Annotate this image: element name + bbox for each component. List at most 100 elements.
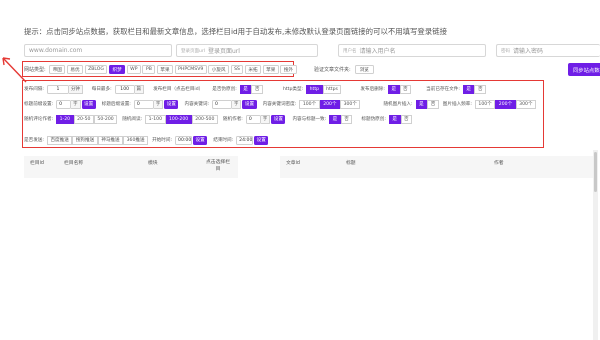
daily-label: 每日最多: bbox=[91, 87, 112, 92]
image-insert-yes[interactable]: 是 bbox=[415, 99, 428, 109]
title-rewrite-yes[interactable]: 是 bbox=[388, 114, 401, 124]
title-suffix-unit: 字 bbox=[153, 99, 164, 109]
save-folder-label: 验证文章文件夹: bbox=[314, 67, 351, 73]
delete-yes[interactable]: 是 bbox=[387, 84, 400, 94]
username-placeholder: 请输入用户名 bbox=[359, 48, 396, 55]
header-article-id: 文章id bbox=[286, 161, 300, 166]
density-option[interactable]: 100个 bbox=[299, 99, 320, 109]
https-option[interactable]: https bbox=[322, 84, 342, 94]
shuffle-no[interactable]: 否 bbox=[251, 84, 263, 94]
title-suffix-input[interactable]: 0 bbox=[133, 99, 154, 109]
push-option[interactable]: 360推送 bbox=[123, 135, 149, 145]
site-type-option[interactable]: WP bbox=[126, 65, 141, 74]
site-type-option[interactable]: SS bbox=[230, 65, 244, 74]
interval-label: 发布间隔: bbox=[24, 87, 44, 92]
interval-unit: 分钟 bbox=[68, 84, 83, 94]
read-option[interactable]: 1-100 bbox=[145, 114, 166, 124]
http-option[interactable]: http bbox=[306, 84, 323, 94]
comment-option[interactable]: 50-200 bbox=[93, 114, 118, 124]
title-prefix-input[interactable]: 0 bbox=[56, 99, 72, 109]
delete-no[interactable]: 否 bbox=[399, 84, 412, 94]
match-yes[interactable]: 是 bbox=[329, 114, 341, 124]
shuffle-yes[interactable]: 是 bbox=[239, 84, 252, 94]
density-option-selected[interactable]: 200个 bbox=[319, 99, 341, 109]
title-prefix-unit: 字 bbox=[71, 99, 81, 109]
site-type-option[interactable]: 搜外 bbox=[280, 65, 297, 74]
comment-option-selected[interactable]: 1-20 bbox=[56, 114, 74, 124]
header-column-id: 栏目id bbox=[30, 161, 44, 166]
daily-input[interactable]: 100 bbox=[114, 84, 135, 94]
push-option[interactable]: 搜狗推送 bbox=[72, 135, 98, 145]
vertical-scrollbar[interactable] bbox=[593, 150, 598, 340]
http-label: http类型: bbox=[282, 87, 304, 92]
title-rewrite-label: 标题伪原创: bbox=[361, 117, 386, 122]
match-no[interactable]: 否 bbox=[340, 114, 353, 124]
login-url-input[interactable]: 登录页面url 登录页面url bbox=[176, 44, 318, 57]
site-type-option[interactable]: PB bbox=[142, 65, 156, 74]
image-frequency-option[interactable]: 300个 bbox=[515, 99, 537, 109]
title-rewrite-no[interactable]: 否 bbox=[400, 114, 413, 124]
random-author-set-button[interactable]: 设置 bbox=[271, 114, 286, 124]
username-input[interactable]: 用户名 请输入用户名 bbox=[338, 44, 486, 57]
content-keyword-unit: 字 bbox=[232, 99, 242, 109]
site-type-option[interactable]: 米拓 bbox=[244, 65, 262, 74]
scrollbar-thumb[interactable] bbox=[594, 152, 597, 192]
content-keyword-set-button[interactable]: 设置 bbox=[242, 99, 257, 109]
existing-file-label: 当前已存在文件: bbox=[426, 87, 460, 92]
settings-row-2: 标题前缀设置: 0 字 设置 标题后缀设置: 0 字 设置 内容关键词: 0 字… bbox=[24, 99, 537, 109]
article-table-header: 文章id 标题 作者 bbox=[280, 156, 593, 178]
end-time-set-button[interactable]: 设置 bbox=[254, 135, 269, 145]
image-frequency-option[interactable]: 100个 bbox=[474, 99, 496, 109]
random-author-input[interactable]: 0 bbox=[245, 114, 261, 124]
image-insert-no[interactable]: 否 bbox=[427, 99, 439, 109]
site-type-option[interactable]: PHPCMSV9 bbox=[174, 65, 207, 74]
password-input[interactable]: 密码 请输入密码 bbox=[496, 44, 600, 57]
settings-row-4: 是否发送: 百度推送 搜狗推送 神马推送 360推送 开始时间: 00:00 设… bbox=[24, 135, 269, 145]
site-type-option[interactable]: 苹果 bbox=[262, 65, 279, 74]
title-suffix-set-button[interactable]: 设置 bbox=[164, 99, 179, 109]
random-author-label: 随机作者: bbox=[222, 117, 243, 122]
header-select-column: 点击选择栏目 bbox=[206, 160, 230, 172]
site-type-option[interactable]: ZBLOG bbox=[84, 65, 108, 74]
site-type-option[interactable]: 帝国 bbox=[49, 65, 66, 74]
site-type-group: 网站类型: 帝国 易优 ZBLOG 织梦 WP PB 苹果 PHPCMSV9 小… bbox=[24, 65, 297, 74]
settings-row-3: 随机评论作者: 1-20 20-50 50-200 随机阅读: 1-100 10… bbox=[24, 114, 413, 124]
end-time-label: 结束时间: bbox=[213, 138, 234, 143]
existing-yes[interactable]: 是 bbox=[462, 84, 475, 94]
title-suffix-label: 标题后缀设置: bbox=[101, 102, 131, 107]
push-option[interactable]: 百度推送 bbox=[46, 135, 73, 145]
read-option[interactable]: 200-500 bbox=[191, 114, 218, 124]
content-keyword-input[interactable]: 0 bbox=[212, 99, 232, 109]
start-time-input[interactable]: 00:00 bbox=[175, 135, 193, 145]
content-keyword-label: 内容关键词: bbox=[184, 102, 209, 107]
read-option-selected[interactable]: 100-200 bbox=[165, 114, 192, 124]
settings-row-1: 发布间隔: 1 分钟 每日最多: 100 篇 发布栏目（点击栏目id） 是否伪原… bbox=[24, 84, 487, 94]
header-column-name: 栏目名称 bbox=[64, 161, 84, 166]
end-time-input[interactable]: 24:00 bbox=[236, 135, 254, 145]
password-placeholder: 请输入密码 bbox=[513, 48, 544, 55]
interval-input[interactable]: 1 bbox=[46, 84, 69, 94]
site-url-value: www.domain.com bbox=[29, 47, 83, 54]
title-prefix-set-button[interactable]: 设置 bbox=[81, 99, 96, 109]
site-url-input[interactable]: www.domain.com bbox=[24, 44, 172, 57]
site-type-option-selected[interactable]: 织梦 bbox=[108, 65, 126, 74]
existing-no[interactable]: 否 bbox=[474, 84, 487, 94]
image-frequency-option-selected[interactable]: 200个 bbox=[495, 99, 516, 109]
density-option[interactable]: 300个 bbox=[340, 99, 361, 109]
comment-option[interactable]: 20-50 bbox=[73, 114, 94, 124]
site-type-option[interactable]: 小旋风 bbox=[208, 65, 230, 74]
password-label: 密码 bbox=[501, 48, 510, 54]
content-title-match-label: 内容与标题一致: bbox=[292, 117, 327, 122]
site-type-option[interactable]: 易优 bbox=[66, 65, 84, 74]
browse-button[interactable]: 浏览 bbox=[354, 65, 374, 74]
site-type-option[interactable]: 苹果 bbox=[156, 65, 174, 74]
sync-site-button[interactable]: 同步站点数据 bbox=[568, 63, 600, 76]
push-option[interactable]: 神马推送 bbox=[97, 135, 124, 145]
header-title: 标题 bbox=[346, 161, 356, 166]
hint-text: 提示：点击同步站点数据，获取栏目和最新文章信息，选择栏目id用于自动发布,未修改… bbox=[24, 27, 447, 36]
random-read-label: 随机阅读: bbox=[122, 117, 143, 122]
header-author: 作者 bbox=[494, 161, 504, 166]
delete-after-label: 发布后删除: bbox=[360, 87, 385, 92]
start-time-set-button[interactable]: 设置 bbox=[193, 135, 208, 145]
publish-column-label: 发布栏目（点击栏目id） bbox=[153, 87, 204, 92]
